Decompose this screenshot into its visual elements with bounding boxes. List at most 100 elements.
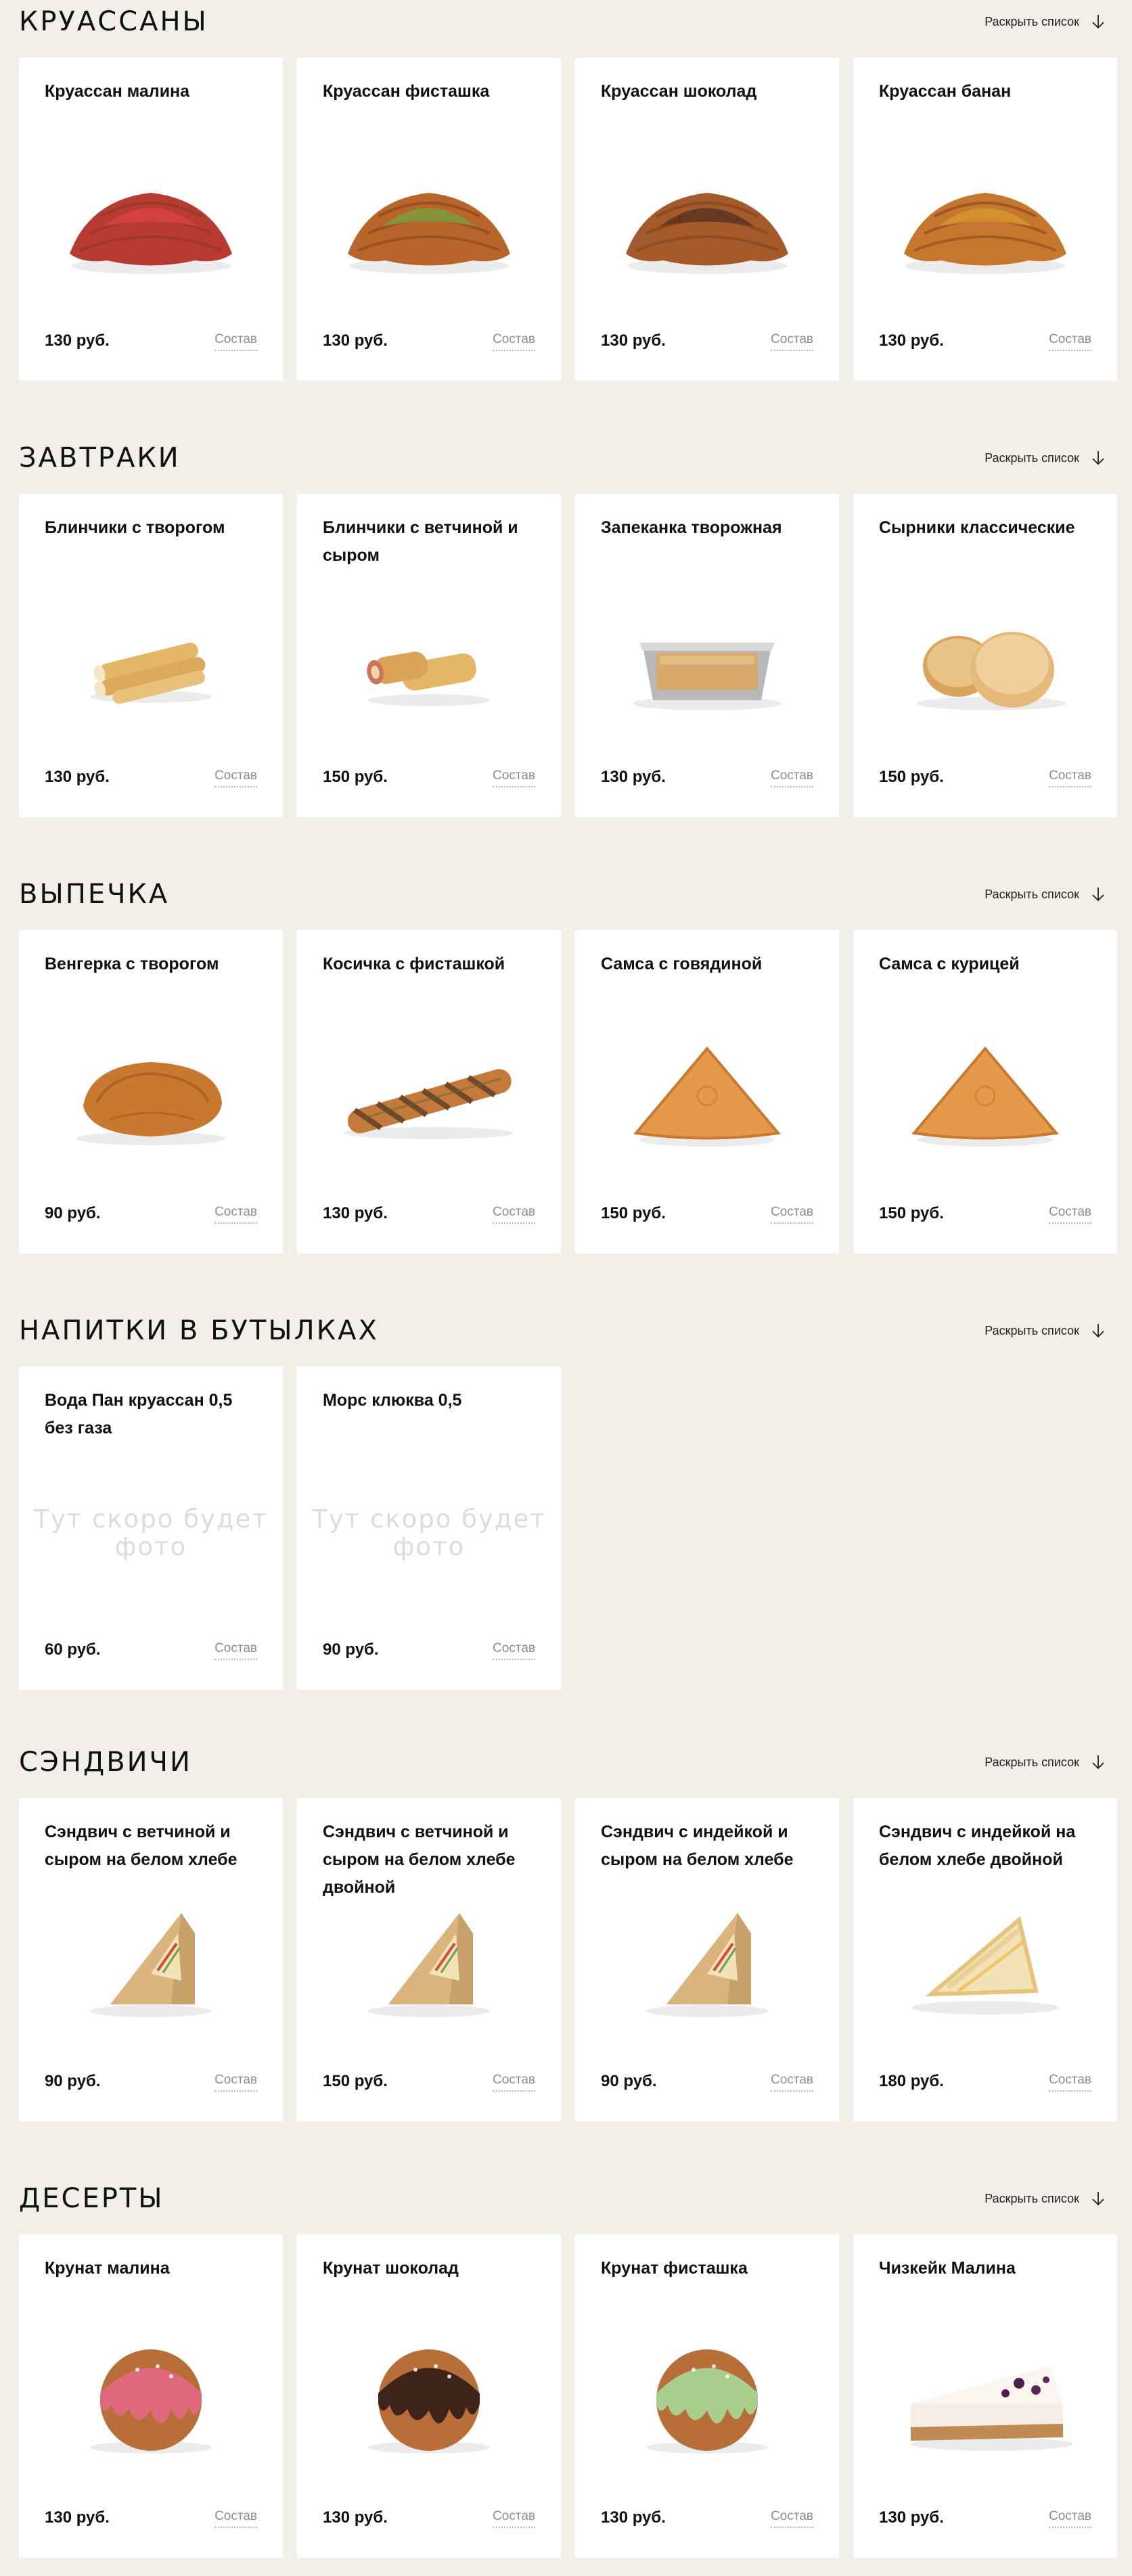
product-card[interactable]: Круассан банан 130 руб. Состав bbox=[853, 58, 1117, 381]
composition-link[interactable]: Состав bbox=[493, 1205, 535, 1224]
product-card[interactable]: Круассан фисташка 130 руб. Состав bbox=[297, 58, 561, 381]
composition-link[interactable]: Состав bbox=[1049, 332, 1091, 351]
arrow-down-icon bbox=[1091, 1322, 1105, 1339]
expand-list-button[interactable]: Раскрыть список bbox=[984, 1754, 1105, 1770]
product-card[interactable]: Блинчики с ветчиной и сыром 150 руб. Сост… bbox=[297, 494, 561, 817]
menu-section: НАПИТКИ В БУТЫЛКАХ Раскрыть список Вода Па… bbox=[0, 1309, 1132, 1708]
composition-link[interactable]: Состав bbox=[771, 2073, 813, 2092]
product-card[interactable]: Блинчики с творогом 130 руб. Состав bbox=[19, 494, 283, 817]
product-card[interactable]: Морс клюква 0,5 Тут скоро будет фото 90 ру… bbox=[297, 1366, 561, 1690]
product-price: 130 руб. bbox=[323, 2508, 388, 2527]
menu-section: ДЕСЕРТЫ Раскрыть список Крунат малина 130 … bbox=[0, 2177, 1132, 2576]
composition-link[interactable]: Состав bbox=[771, 332, 813, 351]
composition-link[interactable]: Состав bbox=[771, 1205, 813, 1224]
composition-link[interactable]: Состав bbox=[1049, 2509, 1091, 2528]
product-name: Вода Пан круассан 0,5 без газа bbox=[45, 1391, 233, 1438]
composition-link[interactable]: Состав bbox=[493, 2073, 535, 2092]
composition-link[interactable]: Состав bbox=[214, 2073, 257, 2092]
product-image bbox=[606, 1025, 809, 1160]
menu-section: ЗАВТРАКИ Раскрыть список Блинчики с творог… bbox=[0, 436, 1132, 835]
expand-list-label: Раскрыть список bbox=[984, 887, 1079, 901]
expand-list-button[interactable]: Раскрыть список bbox=[984, 450, 1105, 466]
product-image bbox=[49, 589, 252, 724]
photo-placeholder: Тут скоро будет фото bbox=[34, 1504, 268, 1561]
expand-list-label: Раскрыть список bbox=[984, 451, 1079, 465]
section-title: ДЕСЕРТЫ bbox=[19, 2183, 164, 2214]
composition-link[interactable]: Состав bbox=[214, 332, 257, 351]
product-card[interactable]: Чизкейк Малина 130 руб. Состав bbox=[853, 2234, 1117, 2558]
section-title: НАПИТКИ В БУТЫЛКАХ bbox=[19, 1315, 379, 1346]
composition-link[interactable]: Состав bbox=[214, 1641, 257, 1660]
product-price: 130 руб. bbox=[45, 2508, 110, 2527]
product-image bbox=[606, 1893, 809, 2028]
menu-page: КРУАССАНЫ Раскрыть список Круассан малина … bbox=[0, 0, 1132, 2574]
composition-link[interactable]: Состав bbox=[1049, 768, 1091, 787]
product-image bbox=[327, 2329, 530, 2464]
expand-list-button[interactable]: Раскрыть список bbox=[984, 1322, 1105, 1339]
product-card[interactable]: Вода Пан круассан 0,5 без газа Тут скоро … bbox=[19, 1366, 283, 1690]
product-price: 130 руб. bbox=[45, 331, 110, 350]
composition-link[interactable]: Состав bbox=[493, 1641, 535, 1660]
product-card[interactable]: Крунат шоколад 130 руб. Состав bbox=[297, 2234, 561, 2558]
product-card[interactable]: Сэндвич с индейкой на белом хлебе двойно… bbox=[853, 1798, 1117, 2121]
product-card[interactable]: Круассан малина 130 руб. Состав bbox=[19, 58, 283, 381]
product-image bbox=[327, 1893, 530, 2028]
product-card[interactable]: Круассан шоколад 130 руб. Состав bbox=[575, 58, 839, 381]
composition-link[interactable]: Состав bbox=[214, 768, 257, 787]
composition-link[interactable]: Состав bbox=[493, 768, 535, 787]
section-title: ВЫПЕЧКА bbox=[19, 879, 170, 910]
expand-list-button[interactable]: Раскрыть список bbox=[984, 886, 1105, 902]
composition-link[interactable]: Состав bbox=[771, 2509, 813, 2528]
product-grid: Крунат малина 130 руб. Состав Крунат шокол… bbox=[19, 2234, 1117, 2558]
section-header: НАПИТКИ В БУТЫЛКАХ Раскрыть список bbox=[0, 1309, 1132, 1350]
arrow-down-icon bbox=[1091, 450, 1105, 466]
product-card[interactable]: Крунат фисташка 130 руб. Состав bbox=[575, 2234, 839, 2558]
product-price: 180 руб. bbox=[879, 2072, 944, 2090]
product-name: Сэндвич с ветчиной и сыром на белом хлеб… bbox=[323, 1822, 516, 1897]
product-image bbox=[49, 1893, 252, 2028]
product-price: 90 руб. bbox=[45, 1204, 101, 1222]
expand-list-button[interactable]: Раскрыть список bbox=[984, 14, 1105, 30]
product-card[interactable]: Сырники классические 150 руб. Состав bbox=[853, 494, 1117, 817]
product-card[interactable]: Сэндвич с индейкой и сыром на белом хлеб… bbox=[575, 1798, 839, 2121]
product-card[interactable]: Венгерка с творогом 90 руб. Состав bbox=[19, 930, 283, 1254]
product-price: 130 руб. bbox=[601, 2508, 666, 2527]
product-name: Чизкейк Малина bbox=[879, 2259, 1016, 2278]
section-header: ЗАВТРАКИ Раскрыть список bbox=[0, 436, 1132, 477]
composition-link[interactable]: Состав bbox=[214, 2509, 257, 2528]
product-price: 90 руб. bbox=[45, 2072, 101, 2090]
product-grid: Венгерка с творогом 90 руб. Состав Косичка… bbox=[19, 930, 1117, 1254]
product-image bbox=[606, 2329, 809, 2464]
composition-link[interactable]: Состав bbox=[771, 768, 813, 787]
product-name: Блинчики с творогом bbox=[45, 518, 225, 537]
product-name: Косичка с фисташкой bbox=[323, 954, 505, 973]
product-card[interactable]: Сэндвич с ветчиной и сыром на белом хлеб… bbox=[297, 1798, 561, 2121]
composition-link[interactable]: Состав bbox=[1049, 2073, 1091, 2092]
product-image bbox=[606, 152, 809, 288]
product-price: 130 руб. bbox=[323, 1204, 388, 1222]
product-card[interactable]: Самса с курицей 150 руб. Состав bbox=[853, 930, 1117, 1254]
product-price: 130 руб. bbox=[879, 2508, 944, 2527]
product-image bbox=[49, 2329, 252, 2464]
product-card[interactable]: Запеканка творожная 130 руб. Состав bbox=[575, 494, 839, 817]
product-image bbox=[884, 589, 1087, 724]
product-name: Сэндвич с ветчиной и сыром на белом хлеб… bbox=[45, 1822, 237, 1869]
photo-placeholder: Тут скоро будет фото bbox=[312, 1504, 546, 1561]
composition-link[interactable]: Состав bbox=[493, 2509, 535, 2528]
product-card[interactable]: Самса с говядиной 150 руб. Состав bbox=[575, 930, 839, 1254]
expand-list-label: Раскрыть список bbox=[984, 1323, 1079, 1337]
section-header: ДЕСЕРТЫ Раскрыть список bbox=[0, 2177, 1132, 2217]
composition-link[interactable]: Состав bbox=[214, 1205, 257, 1224]
product-card[interactable]: Крунат малина 130 руб. Состав bbox=[19, 2234, 283, 2558]
expand-list-button[interactable]: Раскрыть список bbox=[984, 2190, 1105, 2207]
product-card[interactable]: Косичка с фисташкой 130 руб. Состав bbox=[297, 930, 561, 1254]
product-card[interactable]: Сэндвич с ветчиной и сыром на белом хлеб… bbox=[19, 1798, 283, 2121]
product-image bbox=[49, 152, 252, 288]
product-name: Круассан банан bbox=[879, 82, 1012, 101]
arrow-down-icon bbox=[1091, 2190, 1105, 2207]
composition-link[interactable]: Состав bbox=[493, 332, 535, 351]
composition-link[interactable]: Состав bbox=[1049, 1205, 1091, 1224]
expand-list-label: Раскрыть список bbox=[984, 2191, 1079, 2205]
product-name: Венгерка с творогом bbox=[45, 954, 219, 973]
product-image bbox=[327, 589, 530, 724]
